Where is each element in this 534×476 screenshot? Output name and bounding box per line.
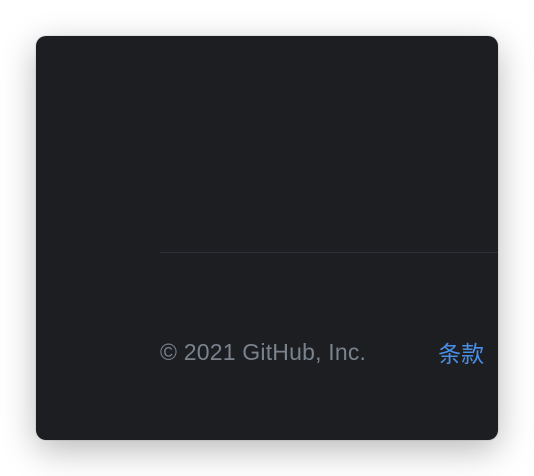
copyright-text: © 2021 GitHub, Inc. [160,338,367,365]
terms-link[interactable]: 条款 [438,335,484,369]
page-window: © 2021 GitHub, Inc. 条款 [36,36,498,440]
footer: © 2021 GitHub, Inc. 条款 [160,335,484,369]
footer-divider [160,252,498,253]
